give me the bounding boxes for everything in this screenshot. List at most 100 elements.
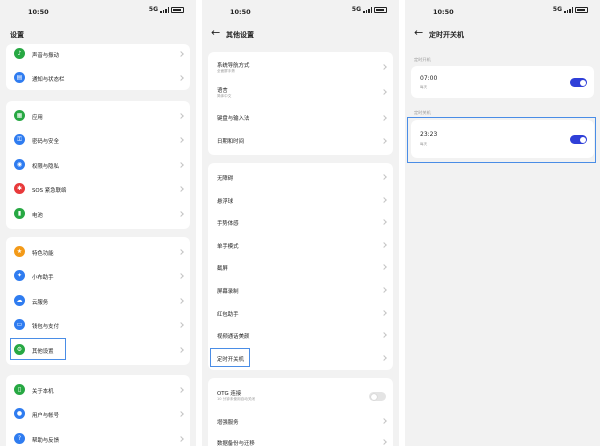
settings-item-label: 红包助手 — [217, 311, 239, 318]
settings-item[interactable]: ? 帮助与反馈 — [6, 427, 190, 446]
chevron-right-icon — [381, 264, 387, 271]
chevron-right-icon — [178, 411, 184, 418]
settings-item[interactable]: 无障碍 — [208, 167, 393, 189]
settings-item[interactable]: ▯ 关于本机 — [6, 378, 190, 402]
settings-item-label: 单手模式 — [217, 243, 239, 250]
power-on-card[interactable]: 07:00 每天 — [411, 66, 594, 98]
settings-item[interactable]: 系统导航方式 全面屏手势 — [208, 57, 393, 79]
other-settings-screen: 10:50 5G ← 其他设置 系统导航方式 全面屏手势 语言 简体中文 键盘与输入法日… — [202, 0, 399, 446]
settings-item[interactable]: 悬浮球 — [208, 190, 393, 212]
settings-item[interactable]: 视频通话美颜 — [208, 325, 393, 347]
network-type: 5G — [148, 6, 158, 13]
signal-icon — [363, 6, 372, 13]
chevron-right-icon — [381, 219, 387, 226]
chevron-right-icon — [178, 75, 184, 82]
settings-item-label: 通知与状态栏 — [32, 77, 65, 84]
settings-item[interactable]: ⚿ 密码与安全 — [6, 128, 190, 152]
settings-item[interactable]: ▦ 应用 — [6, 104, 190, 128]
battery-status-icon — [374, 6, 387, 13]
status-bar: 10:50 5G — [202, 0, 399, 22]
status-time: 10:50 — [28, 8, 49, 16]
settings-item[interactable]: 键盘与输入法 — [208, 108, 393, 130]
settings-item[interactable]: 语言 简体中文 — [208, 82, 393, 104]
settings-group: ▦ 应用 ⚿ 密码与安全 ◉ 权限与隐私 ✱ SOS 紧急联络 ▮ 电池 — [6, 101, 190, 229]
settings-item[interactable]: ★ 特色功能 — [6, 240, 190, 264]
settings-item[interactable]: ▤ 通知与状态栏 — [6, 66, 190, 89]
page-title: 定时开关机 — [429, 31, 464, 39]
settings-screen: 10:50 5G 设置 ♪ 声音与振动 ▤ 通知与状态栏 ▦ 应用 ⚿ 密码与安全 ◉ 权限与隐私… — [0, 0, 196, 446]
privacy-icon: ◉ — [14, 158, 25, 170]
settings-item-label: 截屏 — [217, 266, 228, 273]
signal-icon — [564, 6, 573, 13]
settings-item-label: 系统导航方式 — [217, 63, 250, 69]
chevron-right-icon — [381, 115, 387, 121]
settings-item[interactable]: 红包助手 — [208, 303, 393, 325]
power-on-toggle[interactable] — [570, 78, 587, 87]
chevron-right-icon — [381, 309, 387, 316]
settings-item-label: 关于本机 — [32, 389, 54, 395]
status-icons: 5G — [149, 6, 184, 13]
status-bar: 10:50 5G — [0, 0, 196, 22]
battery-status-icon — [575, 6, 588, 13]
settings-group: ▯ 关于本机 ● 用户与帐号 ? 帮助与反馈 — [6, 375, 190, 446]
settings-item-label: 电池 — [32, 212, 43, 219]
back-arrow-icon[interactable]: ← — [414, 27, 423, 38]
settings-item-label: 用户与帐号 — [32, 413, 59, 420]
key-icon: ⚿ — [14, 134, 25, 146]
phone-icon: ▯ — [14, 384, 25, 395]
settings-item[interactable]: 日期和时间 — [208, 131, 393, 153]
settings-item[interactable]: ☁ 云服务 — [6, 289, 190, 313]
user-icon: ● — [14, 408, 25, 420]
chevron-right-icon — [381, 241, 387, 248]
status-bar: 10:50 5G — [405, 0, 600, 22]
wallet-icon: ▭ — [14, 319, 25, 331]
settings-group: 无障碍 悬浮球 手势体感 单手模式 截屏 屏幕录制 红包助手 视频通话美颜 定时开关机 — [208, 163, 393, 370]
settings-item[interactable]: OTG 连接 10 分钟未使用自动关闭 — [208, 383, 393, 405]
settings-item[interactable]: ✱ SOS 紧急联络 — [6, 177, 190, 201]
sos-icon: ✱ — [14, 183, 25, 195]
help-icon: ? — [14, 432, 25, 444]
chevron-right-icon — [381, 332, 387, 339]
signal-icon — [160, 6, 169, 13]
chevron-right-icon — [178, 322, 184, 329]
settings-item-label: 视频通话美颜 — [217, 334, 250, 341]
chevron-right-icon — [381, 354, 387, 361]
notification-icon: ▤ — [14, 72, 25, 84]
settings-item-value: 简体中文 — [217, 94, 232, 98]
chevron-right-icon — [381, 174, 387, 180]
settings-item[interactable]: 手势体感 — [208, 212, 393, 234]
settings-item-label: 云服务 — [32, 299, 49, 306]
settings-item-label: 手势体感 — [217, 221, 239, 228]
settings-item[interactable]: ▮ 电池 — [6, 202, 190, 226]
chevron-right-icon — [381, 138, 387, 144]
settings-item[interactable]: 单手模式 — [208, 235, 393, 257]
settings-item[interactable]: ● 用户与帐号 — [6, 402, 190, 426]
settings-item-label: 特色功能 — [32, 251, 54, 257]
otg-toggle[interactable] — [369, 392, 386, 401]
settings-item[interactable]: 截屏 — [208, 257, 393, 279]
settings-item[interactable]: 增强服务 — [208, 411, 393, 433]
settings-item-label: 日期和时间 — [217, 139, 244, 145]
settings-item[interactable]: ◉ 权限与隐私 — [6, 153, 190, 177]
chevron-right-icon — [178, 113, 184, 119]
back-arrow-icon[interactable]: ← — [211, 27, 220, 38]
settings-item[interactable]: ✦ 小布助手 — [6, 264, 190, 288]
settings-item[interactable]: 数据备份与迁移 — [208, 432, 393, 446]
chevron-right-icon — [381, 287, 387, 293]
settings-item-label: SOS 紧急联络 — [32, 188, 67, 195]
power-on-time: 07:00 — [420, 75, 438, 82]
header: ← 定时开关机 — [405, 22, 600, 44]
settings-item-value: 全面屏手势 — [217, 69, 235, 73]
settings-group: OTG 连接 10 分钟未使用自动关闭 增强服务 数据备份与迁移 — [208, 378, 393, 446]
chevron-right-icon — [178, 210, 184, 217]
assistant-icon: ✦ — [14, 270, 25, 282]
settings-group: ♪ 声音与振动 ▤ 通知与状态栏 — [6, 44, 190, 90]
chevron-right-icon — [381, 89, 387, 95]
settings-item-label: 悬浮球 — [217, 198, 234, 205]
settings-item-label: 键盘与输入法 — [217, 116, 250, 122]
settings-item[interactable]: ▭ 钱包与支付 — [6, 313, 190, 337]
settings-item[interactable]: 屏幕录制 — [208, 280, 393, 302]
settings-item[interactable]: ♪ 声音与振动 — [6, 44, 190, 66]
chevron-right-icon — [178, 297, 184, 304]
highlight-box — [10, 338, 66, 360]
